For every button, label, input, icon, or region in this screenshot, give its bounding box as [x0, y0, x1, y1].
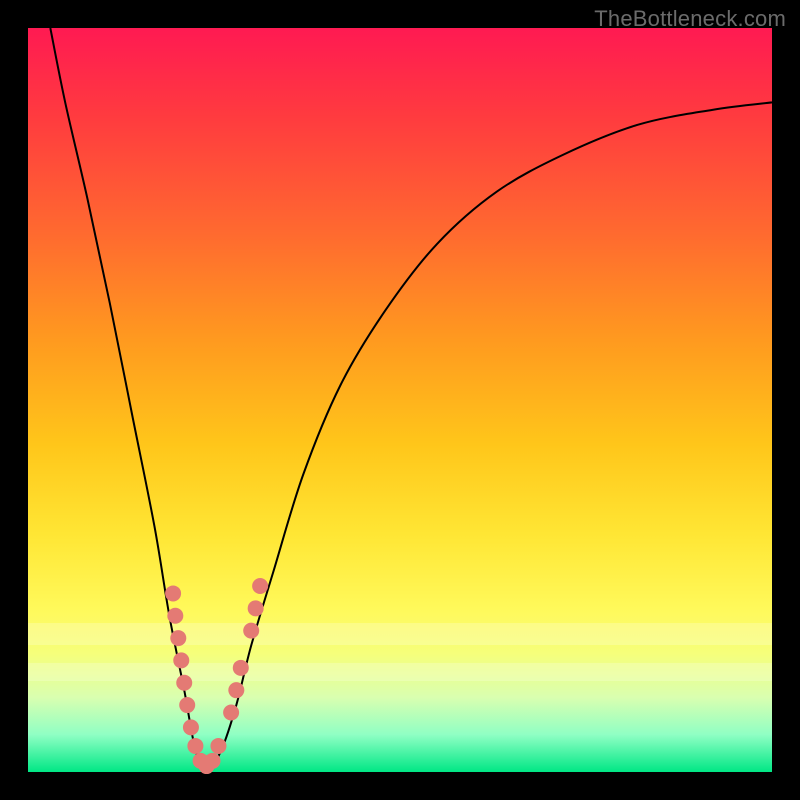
- data-marker: [205, 753, 221, 769]
- data-marker: [183, 719, 199, 735]
- data-marker: [248, 600, 264, 616]
- marker-group: [165, 578, 268, 774]
- bottleneck-curve: [50, 28, 772, 772]
- data-marker: [223, 704, 239, 720]
- data-marker: [252, 578, 268, 594]
- data-marker: [233, 660, 249, 676]
- chart-frame: TheBottleneck.com: [0, 0, 800, 800]
- data-marker: [228, 682, 244, 698]
- data-marker: [176, 675, 192, 691]
- data-marker: [243, 623, 259, 639]
- data-marker: [187, 738, 203, 754]
- data-marker: [170, 630, 186, 646]
- data-marker: [179, 697, 195, 713]
- plot-area: [28, 28, 772, 772]
- data-marker: [173, 652, 189, 668]
- data-marker: [167, 608, 183, 624]
- watermark-text: TheBottleneck.com: [594, 6, 786, 32]
- data-marker: [165, 585, 181, 601]
- data-marker: [210, 738, 226, 754]
- chart-svg: [28, 28, 772, 772]
